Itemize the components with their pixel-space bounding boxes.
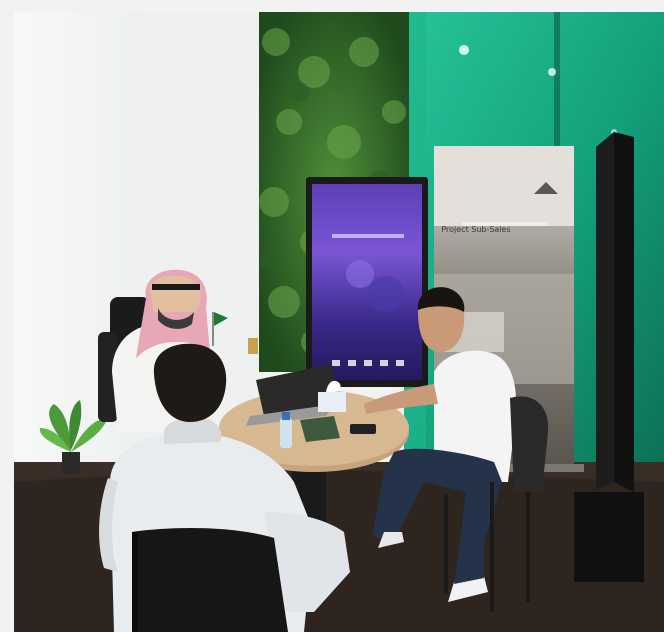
phone-device (350, 424, 376, 434)
meeting-photo: Project Sub-Sales (14, 12, 664, 632)
water-bottle (280, 418, 292, 448)
tissue-box (318, 392, 346, 412)
banner-caption: Project Sub-Sales (441, 225, 510, 234)
digital-screen (306, 177, 428, 387)
chair-foreground (132, 528, 288, 632)
tablet-device (300, 416, 340, 442)
